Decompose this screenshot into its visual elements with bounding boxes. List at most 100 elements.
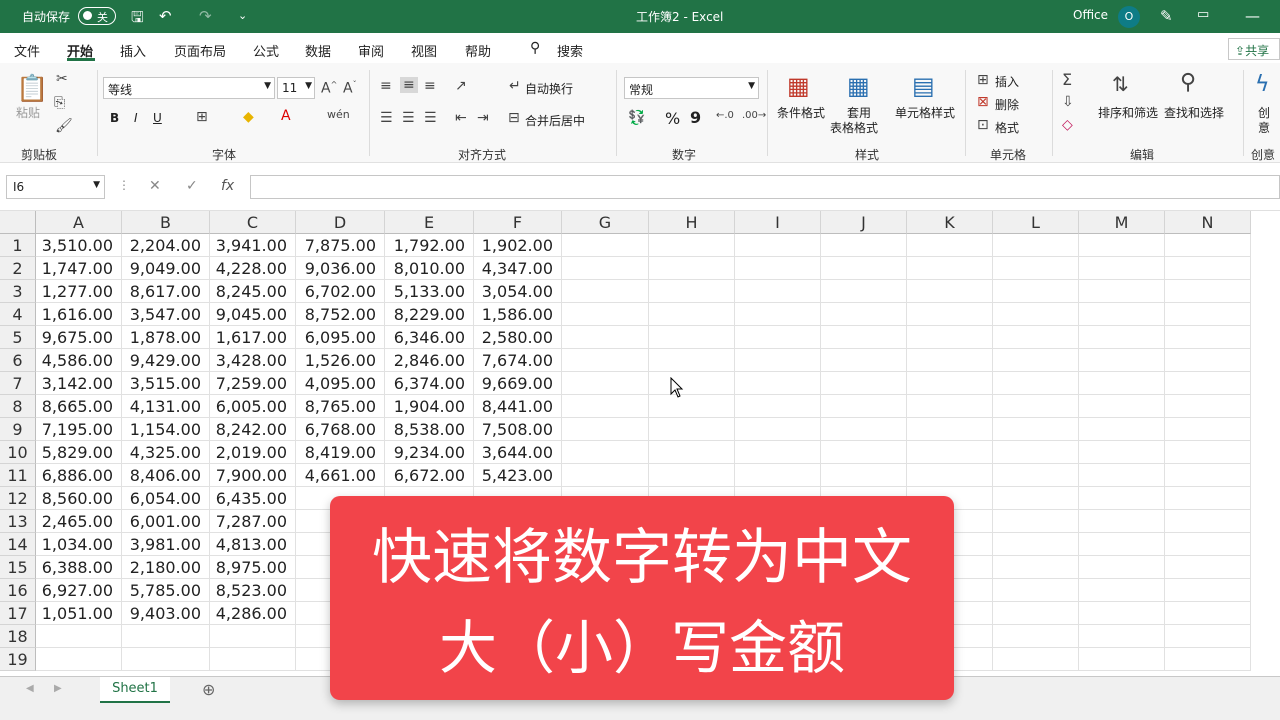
paste-label[interactable]: 粘贴	[16, 104, 40, 121]
row-header[interactable]: 8	[0, 395, 36, 418]
row-header[interactable]: 4	[0, 303, 36, 326]
minimize-icon[interactable]: —	[1245, 7, 1260, 25]
cell-k4[interactable]	[907, 303, 993, 326]
cell-i5[interactable]	[735, 326, 821, 349]
cell-b18[interactable]	[122, 625, 210, 648]
cell-e11[interactable]: 6,672.00	[385, 464, 474, 487]
wrap-text-icon[interactable]: ↵	[509, 78, 521, 94]
cell-n19[interactable]	[1165, 648, 1251, 671]
cell-d8[interactable]: 8,765.00	[296, 395, 385, 418]
cell-j11[interactable]	[821, 464, 907, 487]
underline-button[interactable]: U	[153, 111, 162, 125]
cell-styles-button[interactable]: 单元格样式	[895, 104, 955, 121]
cancel-icon[interactable]: ✕	[149, 178, 161, 194]
merge-icon[interactable]: ⊟	[508, 110, 520, 126]
align-left-icon[interactable]: ☰	[380, 110, 393, 126]
cell-m16[interactable]	[1079, 579, 1165, 602]
cell-f3[interactable]: 3,054.00	[474, 280, 562, 303]
cell-i3[interactable]	[735, 280, 821, 303]
next-sheet-icon[interactable]: ▶	[54, 683, 62, 694]
cell-g5[interactable]	[562, 326, 649, 349]
save-icon[interactable]: 🖫	[131, 7, 144, 32]
cell-k8[interactable]	[907, 395, 993, 418]
select-all-corner[interactable]	[0, 211, 36, 234]
cell-n9[interactable]	[1165, 418, 1251, 441]
cell-m15[interactable]	[1079, 556, 1165, 579]
cell-e8[interactable]: 1,904.00	[385, 395, 474, 418]
row-header[interactable]: 18	[0, 625, 36, 648]
cell-m3[interactable]	[1079, 280, 1165, 303]
copy-icon[interactable]: ⎘	[54, 95, 65, 111]
cell-h4[interactable]	[649, 303, 735, 326]
tab-help[interactable]: 帮助	[465, 41, 491, 60]
cell-a2[interactable]: 1,747.00	[36, 257, 122, 280]
number-format-select[interactable]: 常规 ▼	[624, 77, 759, 99]
cell-a8[interactable]: 8,665.00	[36, 395, 122, 418]
row-header[interactable]: 5	[0, 326, 36, 349]
delete-cells-button[interactable]: 删除	[995, 96, 1019, 113]
column-header-g[interactable]: G	[562, 211, 649, 234]
account-name[interactable]: Office	[1073, 8, 1108, 22]
cell-b14[interactable]: 3,981.00	[122, 533, 210, 556]
cell-a7[interactable]: 3,142.00	[36, 372, 122, 395]
cell-k7[interactable]	[907, 372, 993, 395]
cell-e5[interactable]: 6,346.00	[385, 326, 474, 349]
row-header[interactable]: 1	[0, 234, 36, 257]
currency-icon[interactable]: 💱	[628, 110, 645, 126]
cell-n17[interactable]	[1165, 602, 1251, 625]
cell-l18[interactable]	[993, 625, 1079, 648]
customize-icon[interactable]: ⌄	[238, 9, 247, 22]
cell-f5[interactable]: 2,580.00	[474, 326, 562, 349]
cut-icon[interactable]: ✂	[56, 71, 68, 87]
cell-d4[interactable]: 8,752.00	[296, 303, 385, 326]
cell-g3[interactable]	[562, 280, 649, 303]
percent-button[interactable]: %	[665, 109, 680, 128]
cell-c10[interactable]: 2,019.00	[210, 441, 296, 464]
cell-l15[interactable]	[993, 556, 1079, 579]
cell-c3[interactable]: 8,245.00	[210, 280, 296, 303]
cell-b9[interactable]: 1,154.00	[122, 418, 210, 441]
column-header-i[interactable]: I	[735, 211, 821, 234]
cell-a11[interactable]: 6,886.00	[36, 464, 122, 487]
cell-b12[interactable]: 6,054.00	[122, 487, 210, 510]
cell-a15[interactable]: 6,388.00	[36, 556, 122, 579]
font-size-select[interactable]: 11 ▼	[277, 77, 315, 99]
cell-i4[interactable]	[735, 303, 821, 326]
search-icon[interactable]: ⚲	[530, 40, 540, 56]
cell-f6[interactable]: 7,674.00	[474, 349, 562, 372]
cell-l9[interactable]	[993, 418, 1079, 441]
decrease-indent-icon[interactable]: ⇤	[455, 110, 467, 126]
conditional-format-button[interactable]: 条件格式	[777, 104, 825, 121]
row-header[interactable]: 13	[0, 510, 36, 533]
add-sheet-icon[interactable]: ⊕	[202, 680, 215, 699]
cell-l11[interactable]	[993, 464, 1079, 487]
cell-c17[interactable]: 4,286.00	[210, 602, 296, 625]
cell-m8[interactable]	[1079, 395, 1165, 418]
column-header-j[interactable]: J	[821, 211, 907, 234]
cell-c15[interactable]: 8,975.00	[210, 556, 296, 579]
cell-l8[interactable]	[993, 395, 1079, 418]
cell-h3[interactable]	[649, 280, 735, 303]
cell-g11[interactable]	[562, 464, 649, 487]
cell-m14[interactable]	[1079, 533, 1165, 556]
cell-c8[interactable]: 6,005.00	[210, 395, 296, 418]
decrease-decimal-icon[interactable]: .00→	[742, 110, 766, 121]
row-header[interactable]: 3	[0, 280, 36, 303]
undo-icon[interactable]: ↶	[159, 7, 172, 25]
cell-i10[interactable]	[735, 441, 821, 464]
align-middle-icon[interactable]: ≡	[400, 77, 418, 93]
formula-input[interactable]	[250, 175, 1280, 199]
cell-d5[interactable]: 6,095.00	[296, 326, 385, 349]
cell-d3[interactable]: 6,702.00	[296, 280, 385, 303]
cell-c6[interactable]: 3,428.00	[210, 349, 296, 372]
cell-l14[interactable]	[993, 533, 1079, 556]
cell-a1[interactable]: 3,510.00	[36, 234, 122, 257]
redo-icon[interactable]: ↷	[199, 7, 212, 25]
cell-e9[interactable]: 8,538.00	[385, 418, 474, 441]
cell-b1[interactable]: 2,204.00	[122, 234, 210, 257]
cell-d6[interactable]: 1,526.00	[296, 349, 385, 372]
cell-n12[interactable]	[1165, 487, 1251, 510]
cell-n7[interactable]	[1165, 372, 1251, 395]
clear-icon[interactable]: ◇	[1062, 117, 1073, 133]
row-header[interactable]: 11	[0, 464, 36, 487]
